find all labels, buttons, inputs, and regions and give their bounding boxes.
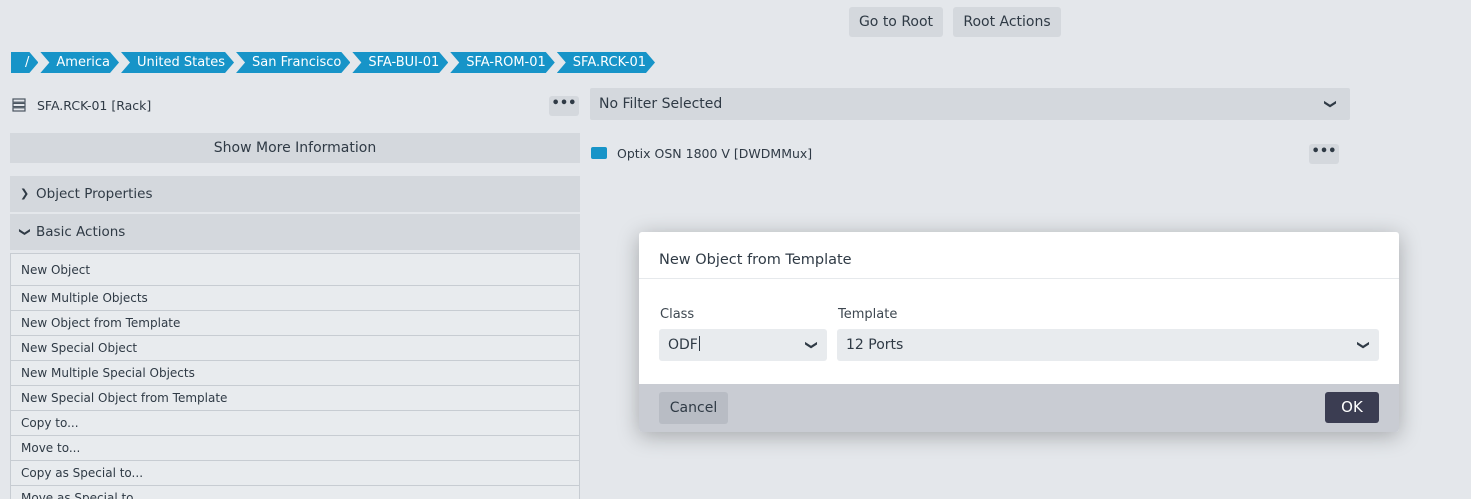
text-caret (698, 336, 700, 351)
object-properties-label: Object Properties (36, 186, 153, 202)
new-object-from-template-dialog: New Object from Template Class ODF ❯ Tem… (639, 232, 1399, 432)
action-new-special-object-from-template[interactable]: New Special Object from Template (11, 386, 579, 411)
dialog-divider (639, 278, 1399, 279)
chevron-down-icon: ❯ (804, 339, 819, 351)
template-value: 12 Ports (846, 337, 904, 353)
basic-actions-section[interactable]: ❯ Basic Actions (10, 214, 580, 250)
template-label: Template (838, 307, 898, 322)
show-more-information-button[interactable]: Show More Information (10, 133, 580, 163)
root-actions-button[interactable]: Root Actions (953, 7, 1061, 37)
filter-value: No Filter Selected (599, 96, 723, 112)
action-new-object[interactable]: New Object (11, 254, 579, 286)
server-rack-icon (12, 98, 26, 112)
cancel-button[interactable]: Cancel (659, 392, 728, 424)
action-move-to[interactable]: Move to... (11, 436, 579, 461)
object-properties-section[interactable]: ❯ Object Properties (10, 176, 580, 212)
basic-actions-list: New Object New Multiple Objects New Obje… (10, 253, 580, 499)
action-move-as-special-to[interactable]: Move as Special to... (11, 486, 579, 499)
child-object-more-button[interactable]: ••• (1309, 144, 1339, 164)
dialog-footer: Cancel OK (639, 384, 1399, 432)
ok-button[interactable]: OK (1325, 392, 1379, 423)
dialog-title: New Object from Template (659, 252, 852, 268)
action-copy-as-special-to[interactable]: Copy as Special to... (11, 461, 579, 486)
action-copy-to[interactable]: Copy to... (11, 411, 579, 436)
class-value: ODF (668, 337, 698, 353)
action-new-multiple-special-objects[interactable]: New Multiple Special Objects (11, 361, 579, 386)
chevron-down-icon: ❯ (1356, 339, 1371, 351)
breadcrumb-item-room[interactable]: SFA-ROM-01 (450, 52, 555, 73)
breadcrumb-item-san-francisco[interactable]: San Francisco (236, 52, 350, 73)
basic-actions-label: Basic Actions (36, 224, 126, 240)
device-icon (591, 147, 607, 159)
chevron-down-icon: ❯ (1323, 98, 1338, 110)
breadcrumb-item-america[interactable]: America (40, 52, 119, 73)
breadcrumb-item-root[interactable]: / (11, 52, 38, 73)
breadcrumb-item-building[interactable]: SFA-BUI-01 (352, 52, 448, 73)
class-select[interactable]: ODF ❯ (659, 329, 827, 361)
breadcrumb-item-united-states[interactable]: United States (121, 52, 234, 73)
breadcrumb: / America United States San Francisco SF… (11, 52, 657, 73)
object-title: SFA.RCK-01 [Rack] (37, 98, 152, 113)
child-object-title[interactable]: Optix OSN 1800 V [DWDMMux] (617, 145, 812, 162)
chevron-right-icon: ❯ (20, 187, 30, 200)
chevron-down-icon: ❯ (18, 227, 32, 237)
breadcrumb-item-rack[interactable]: SFA.RCK-01 (557, 52, 655, 73)
action-new-special-object[interactable]: New Special Object (11, 336, 579, 361)
action-new-object-from-template[interactable]: New Object from Template (11, 311, 579, 336)
object-more-button[interactable]: ••• (549, 96, 579, 116)
action-new-multiple-objects[interactable]: New Multiple Objects (11, 286, 579, 311)
filter-select[interactable]: No Filter Selected ❯ (590, 88, 1350, 120)
go-to-root-button[interactable]: Go to Root (849, 7, 943, 37)
template-select[interactable]: 12 Ports ❯ (837, 329, 1379, 361)
class-label: Class (660, 307, 695, 322)
